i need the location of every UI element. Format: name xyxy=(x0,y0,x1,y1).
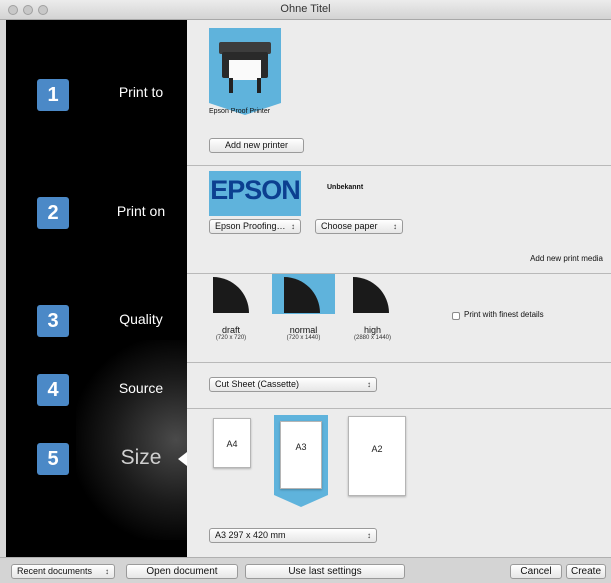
paper-a3[interactable]: A3 xyxy=(280,421,322,489)
step-number-badge: 3 xyxy=(37,305,69,337)
bottom-toolbar: Recent documents ↕ Open document Use las… xyxy=(0,557,611,583)
sidebar-glow xyxy=(76,340,187,540)
source-select[interactable]: Cut Sheet (Cassette) ↕ xyxy=(209,377,377,392)
quality-draft-icon[interactable] xyxy=(213,277,249,313)
media-brand-tile[interactable]: EPSON xyxy=(209,171,301,216)
media-type-select[interactable]: Epson Proofing… ↕ xyxy=(209,219,301,234)
steps-sidebar: 1 Print to 2 Print on 3 Quality 4 Source… xyxy=(6,20,187,557)
recent-documents-label: Recent documents xyxy=(17,566,93,576)
paper-label-a4: A4 xyxy=(226,439,238,449)
media-status: Unbekannt xyxy=(327,184,364,191)
recent-documents-select[interactable]: Recent documents ↕ xyxy=(11,564,115,579)
add-new-printer-button[interactable]: Add new printer xyxy=(209,138,304,153)
create-button[interactable]: Create xyxy=(566,564,606,579)
printer-leg xyxy=(257,78,261,93)
source-section: Cut Sheet (Cassette) ↕ xyxy=(187,363,611,408)
step-source[interactable]: 4 Source xyxy=(6,372,187,412)
cancel-button[interactable]: Cancel xyxy=(510,564,562,579)
epson-logo: EPSON xyxy=(210,175,301,205)
quality-high-icon[interactable] xyxy=(353,277,389,313)
step-print-on[interactable]: 2 Print on xyxy=(6,195,187,235)
size-value: A3 297 x 420 mm xyxy=(215,530,286,540)
finest-details-label: Print with finest details xyxy=(464,310,544,319)
printer-name: Epson Proof Printer xyxy=(209,108,271,115)
quality-section: draft (720 x 720) normal (720 x 1440) hi… xyxy=(187,274,611,362)
add-new-print-media-link[interactable]: Add new print media xyxy=(530,254,603,263)
step-label: Print on xyxy=(116,203,166,219)
step-label: Print to xyxy=(118,84,164,100)
step-number-badge: 5 xyxy=(37,443,69,475)
finest-details-checkbox[interactable] xyxy=(452,312,460,320)
window-title: Ohne Titel xyxy=(280,3,331,15)
quality-resolution-normal: (720 x 1440) xyxy=(286,335,321,341)
paper-label-a3: A3 xyxy=(295,442,307,452)
select-chevron-icon: ↕ xyxy=(393,222,397,231)
quality-resolution-draft: (720 x 720) xyxy=(215,335,247,341)
paper-label-a2: A2 xyxy=(371,444,383,454)
media-type-value: Epson Proofing… xyxy=(215,221,286,231)
paper-value: Choose paper xyxy=(321,221,378,231)
select-chevron-icon: ↕ xyxy=(367,380,371,389)
step-label: Source xyxy=(118,380,164,396)
open-document-button[interactable]: Open document xyxy=(126,564,238,579)
select-chevron-icon: ↕ xyxy=(291,222,295,231)
quality-resolution-high: (2880 x 1440) xyxy=(353,335,392,341)
step-number-badge: 2 xyxy=(37,197,69,229)
print-on-section: EPSON Unbekannt Epson Proofing… ↕ Choose… xyxy=(187,166,611,273)
step-number-badge: 1 xyxy=(37,79,69,111)
paper-select[interactable]: Choose paper ↕ xyxy=(315,219,403,234)
step-print-to[interactable]: 1 Print to xyxy=(6,77,187,117)
paper-a4[interactable]: A4 xyxy=(213,418,251,468)
paper-a2[interactable]: A2 xyxy=(348,416,406,496)
step-label: Quality xyxy=(119,311,163,327)
step-size[interactable]: 5 Size xyxy=(6,441,187,481)
printer-paper xyxy=(229,60,261,80)
quality-label-high: high xyxy=(363,325,381,335)
title-bar: Ohne Titel xyxy=(0,0,611,20)
printer-leg xyxy=(229,78,233,93)
printer-tile-selected[interactable] xyxy=(209,28,281,115)
active-step-arrow-icon xyxy=(178,452,187,466)
quality-label-draft: draft xyxy=(221,325,240,335)
size-select[interactable]: A3 297 x 420 mm ↕ xyxy=(209,528,377,543)
step-number-badge: 4 xyxy=(37,374,69,406)
main-panel: Epson Proof Printer Add new printer EPSO… xyxy=(187,20,611,557)
source-value: Cut Sheet (Cassette) xyxy=(215,379,300,389)
step-label: Size xyxy=(120,446,162,469)
size-section: A4 A3 A2 A3 297 x 420 mm ↕ xyxy=(187,409,611,557)
step-quality[interactable]: 3 Quality xyxy=(6,303,187,343)
use-last-settings-button[interactable]: Use last settings xyxy=(245,564,405,579)
select-chevron-icon: ↕ xyxy=(105,567,109,576)
quality-label-normal: normal xyxy=(289,325,318,335)
print-to-section: Epson Proof Printer Add new printer xyxy=(187,20,611,165)
select-chevron-icon: ↕ xyxy=(367,531,371,540)
